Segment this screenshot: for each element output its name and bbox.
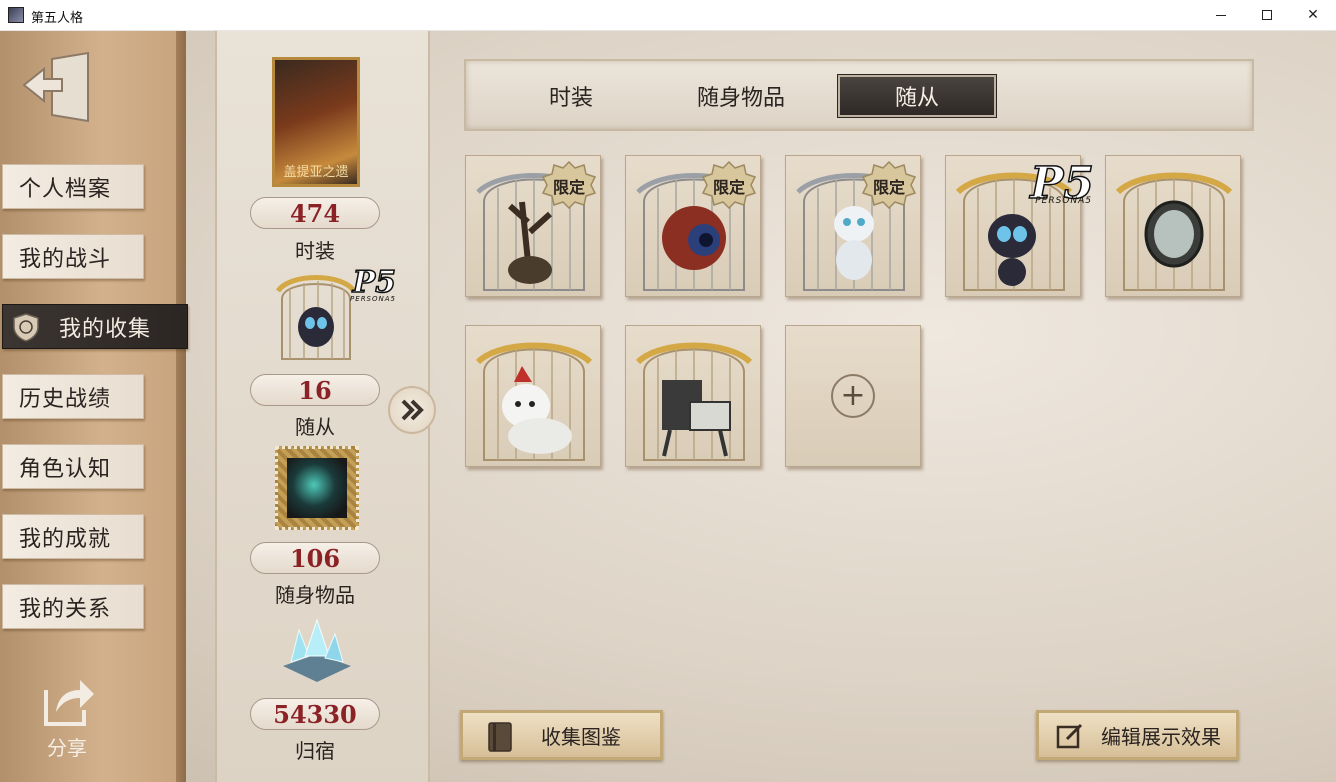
minimize-button[interactable] (1198, 0, 1244, 30)
back-button[interactable] (22, 51, 94, 127)
window-title: 第五人格 (31, 11, 84, 26)
companion-slot[interactable] (465, 325, 601, 467)
sidebar-item-relations[interactable]: 我的关系 (2, 584, 144, 629)
morgana-cat-icon (275, 275, 357, 360)
minimize-icon (1216, 14, 1226, 16)
category-tabs: 时装 随身物品 随从 (464, 59, 1254, 131)
companion-slot[interactable]: 限定 (785, 155, 921, 297)
close-icon: ✕ (1307, 7, 1319, 23)
add-icon: + (831, 374, 875, 418)
companion-slot[interactable]: 限定 (465, 155, 601, 297)
close-button[interactable]: ✕ (1290, 0, 1336, 30)
collection-guide-label: 收集图鉴 (541, 724, 621, 749)
sidebar-item-collection[interactable]: 我的收集 (2, 304, 188, 349)
costume-count: 474 (250, 197, 380, 229)
game-view: 个人档案 我的战斗 我的收集 历史战绩 角色认知 我的成就 我的关系 分享 盖提… (0, 31, 1336, 782)
limited-badge: 限定 (540, 160, 598, 210)
companion-slot[interactable]: 限定 (625, 155, 761, 297)
companion-slot[interactable] (625, 325, 761, 467)
app-icon (8, 7, 24, 23)
limited-badge-label: 限定 (712, 178, 745, 197)
collection-guide-button[interactable]: 收集图鉴 (460, 710, 663, 760)
sidebar-item-character[interactable]: 角色认知 (2, 444, 144, 489)
limited-badge-label: 限定 (552, 178, 585, 197)
maximize-icon (1262, 10, 1272, 20)
home-count: 54330 (250, 698, 380, 730)
share-icon (44, 680, 94, 726)
home-label: 归宿 (295, 739, 335, 763)
mech-chair-icon (635, 342, 753, 461)
companion-slot[interactable]: P5 PERSONA5 (945, 155, 1095, 297)
maximize-button[interactable] (1244, 0, 1290, 30)
costume-label: 时装 (295, 239, 335, 263)
sidebar-item-profile[interactable]: 个人档案 (2, 164, 144, 209)
sidebar-item-history[interactable]: 历史战绩 (2, 374, 144, 419)
sidebar-item-battle[interactable]: 我的战斗 (2, 234, 144, 279)
limited-badge: 限定 (860, 160, 918, 210)
limited-badge: 限定 (700, 160, 758, 210)
double-chevron-right-icon (401, 399, 424, 421)
expand-button[interactable] (388, 386, 436, 434)
mirror-icon (1115, 172, 1233, 291)
crystal-house-icon (283, 618, 351, 682)
tab-accessory[interactable]: 随身物品 (676, 75, 806, 117)
exit-door-icon (22, 51, 89, 123)
limited-badge-label: 限定 (872, 178, 905, 197)
add-companion-slot[interactable]: + (785, 325, 921, 467)
sidebar-item-achievements[interactable]: 我的成就 (2, 514, 144, 559)
costume-card-caption: 盖提亚之遗 (283, 165, 349, 180)
tab-costume[interactable]: 时装 (506, 75, 636, 117)
p5-logo-sub: PERSONA5 (1035, 196, 1092, 206)
accessory-icon (287, 458, 347, 518)
accessory-label: 随身物品 (275, 583, 355, 607)
tab-companion[interactable]: 随从 (838, 75, 996, 117)
costume-card[interactable]: 盖提亚之遗 (272, 57, 360, 187)
companion-count: 16 (250, 374, 380, 406)
share-label: 分享 (47, 736, 87, 760)
book-icon (488, 722, 512, 752)
companion-slot[interactable] (1105, 155, 1241, 297)
edit-icon (1056, 723, 1083, 749)
home-preview[interactable] (277, 616, 355, 690)
white-fox-icon (475, 342, 593, 461)
sidebar-edge (176, 31, 186, 782)
accessory-count: 106 (250, 542, 380, 574)
edit-display-label: 编辑展示效果 (1101, 724, 1221, 749)
accessory-stamp[interactable] (275, 446, 359, 530)
window-titlebar: 第五人格 ✕ (0, 0, 1336, 31)
p5-logo-sub: PERSONA5 (350, 295, 396, 303)
companion-label: 随从 (295, 415, 335, 439)
edit-display-button[interactable]: 编辑展示效果 (1036, 710, 1239, 760)
companion-preview[interactable]: P5 PERSONA5 (272, 264, 397, 363)
share-button[interactable]: 分享 (36, 676, 98, 766)
sidebar: 个人档案 我的战斗 我的收集 历史战绩 角色认知 我的成就 我的关系 分享 (0, 31, 188, 782)
shield-icon (13, 313, 39, 342)
sidebar-item-label: 我的收集 (59, 316, 152, 342)
